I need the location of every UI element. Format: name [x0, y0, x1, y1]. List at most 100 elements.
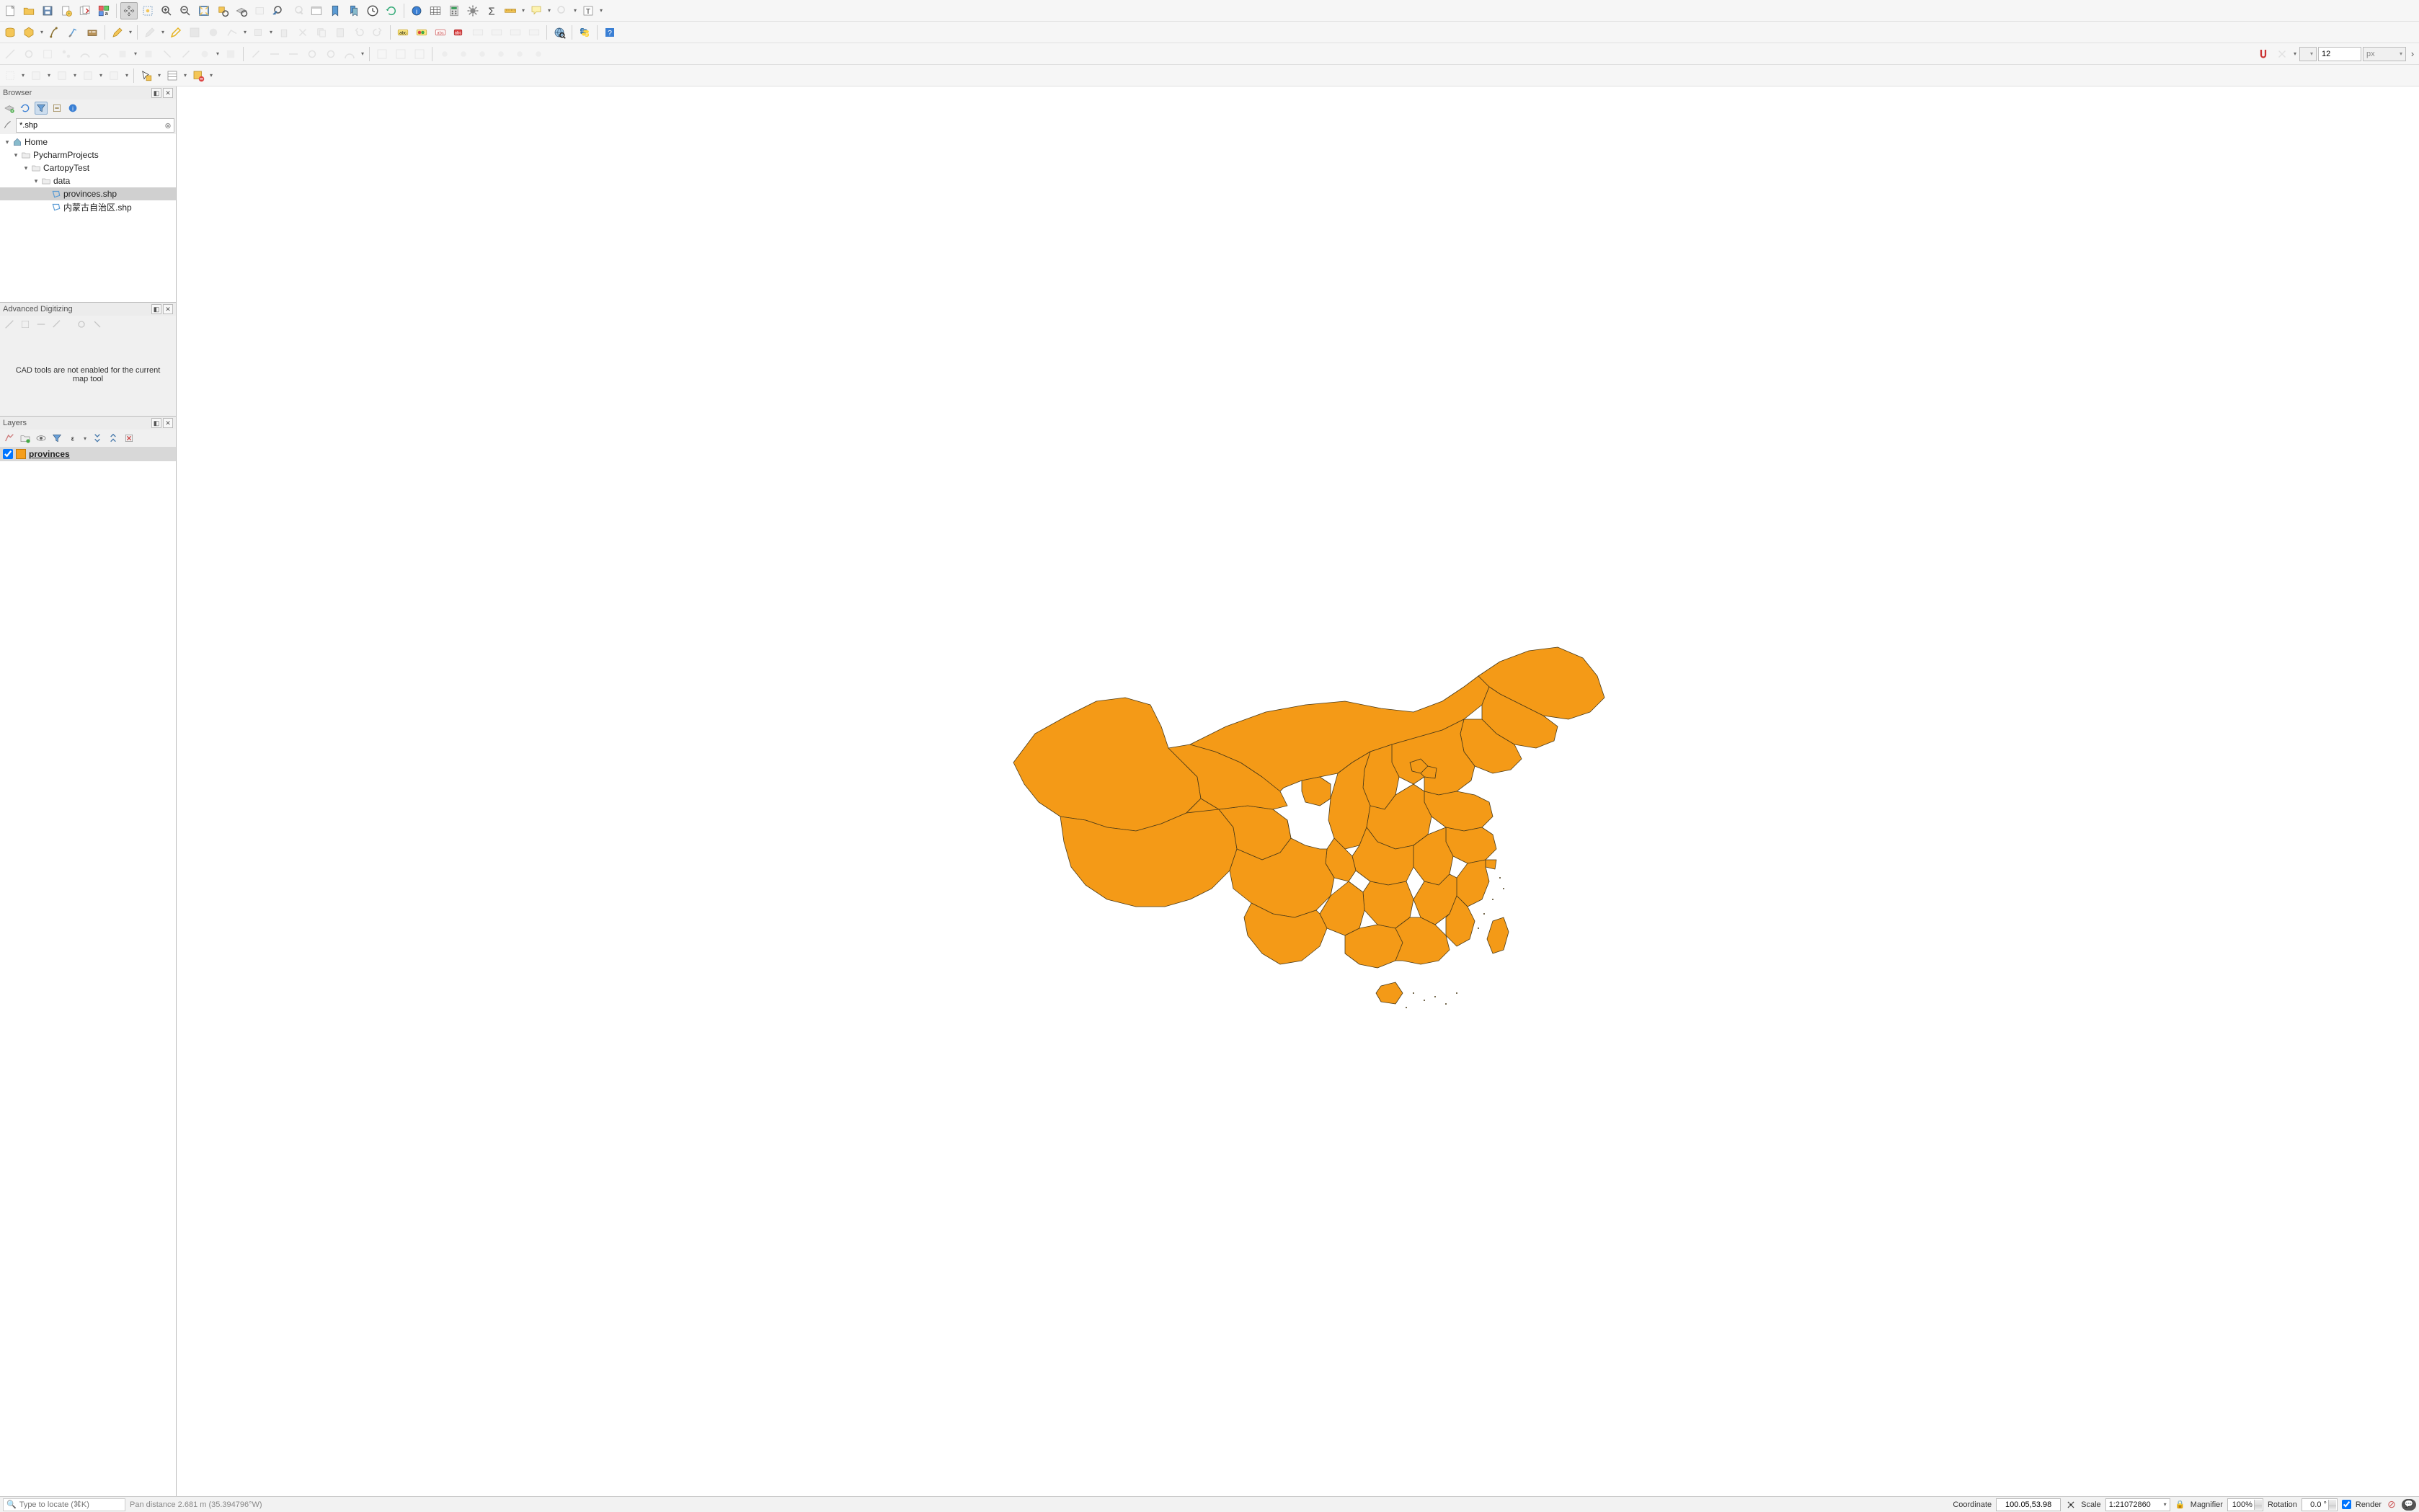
dropdown-arrow-icon[interactable]: ▾ — [546, 7, 552, 14]
dropdown-arrow-icon[interactable]: ▾ — [182, 72, 188, 79]
temporal-button[interactable] — [364, 2, 381, 19]
select-by-value-button[interactable] — [164, 67, 181, 84]
zoom-next-button[interactable] — [289, 2, 306, 19]
snap-tolerance-input[interactable] — [2318, 47, 2361, 61]
filter-browser-icon[interactable] — [35, 102, 48, 115]
add-group-icon[interactable] — [19, 432, 32, 445]
collapse-all-icon[interactable] — [50, 102, 63, 115]
messages-button[interactable]: 💬 — [2402, 1499, 2416, 1511]
help-button[interactable]: ? — [601, 24, 618, 41]
zoom-to-layer-button[interactable] — [233, 2, 250, 19]
dropdown-arrow-icon[interactable]: ▾ — [242, 29, 248, 35]
paste-button[interactable] — [332, 24, 349, 41]
add-layer-icon[interactable] — [3, 102, 16, 115]
scale-combo[interactable]: 1:21072860 — [2105, 1498, 2170, 1511]
cad-tool-icon[interactable] — [50, 318, 63, 331]
change-label-button[interactable] — [525, 24, 543, 41]
toggle-editing-button[interactable] — [109, 24, 126, 41]
clear-filter-icon[interactable]: ⊗ — [163, 121, 173, 130]
identify-button[interactable]: i — [408, 2, 425, 19]
dig-btn-27[interactable] — [530, 45, 547, 63]
magnifier-input[interactable]: 100% — [2227, 1498, 2263, 1511]
dig-btn-8[interactable] — [140, 45, 157, 63]
dropdown-arrow-icon[interactable]: ▾ — [128, 29, 133, 35]
field-calculator-button[interactable] — [445, 2, 463, 19]
cad-tool-icon[interactable] — [91, 318, 104, 331]
delete-selected-button[interactable] — [275, 24, 293, 41]
dig-btn-6[interactable] — [95, 45, 112, 63]
zoom-to-selection-button[interactable] — [214, 2, 231, 19]
pan-map-button[interactable] — [120, 2, 138, 19]
dig-btn-16[interactable] — [303, 45, 321, 63]
sel-btn-5[interactable] — [105, 67, 123, 84]
lock-scale-icon[interactable]: 🔒 — [2175, 1499, 2186, 1511]
rotation-input[interactable]: 0.0 ° — [2302, 1498, 2338, 1511]
panel-close-icon[interactable]: ✕ — [163, 418, 173, 428]
dropdown-arrow-icon[interactable]: ▾ — [520, 7, 526, 14]
expand-all-icon[interactable] — [91, 432, 104, 445]
panel-float-icon[interactable]: ◧ — [151, 88, 161, 98]
dropdown-arrow-icon[interactable]: ▾ — [72, 72, 78, 79]
dig-btn-25[interactable] — [492, 45, 510, 63]
current-edits-button[interactable] — [141, 24, 159, 41]
browser-filter-input[interactable] — [16, 118, 174, 133]
style-manager-button[interactable]: a — [95, 2, 112, 19]
new-spatialite-button[interactable] — [65, 24, 82, 41]
cad-tool-icon[interactable] — [3, 318, 16, 331]
dig-btn-14[interactable] — [266, 45, 283, 63]
browser-panel-header[interactable]: Browser ◧ ✕ — [0, 86, 176, 99]
python-console-button[interactable] — [576, 24, 593, 41]
new-map-view-button[interactable] — [308, 2, 325, 19]
dropdown-arrow-icon[interactable]: ▾ — [268, 29, 274, 35]
remove-layer-icon[interactable] — [123, 432, 136, 445]
highlight-label-button[interactable]: abc — [432, 24, 449, 41]
dig-btn-4[interactable] — [58, 45, 75, 63]
move-feature-button[interactable] — [249, 24, 267, 41]
locator[interactable]: 🔍 — [3, 1498, 125, 1511]
dig-btn-3[interactable] — [39, 45, 56, 63]
dropdown-arrow-icon[interactable]: ▾ — [215, 50, 221, 57]
filter-expression-icon[interactable]: ε — [66, 432, 79, 445]
dig-btn-24[interactable] — [474, 45, 491, 63]
dropdown-arrow-icon[interactable]: ▾ — [20, 72, 26, 79]
show-bookmarks-button[interactable] — [345, 2, 363, 19]
dropdown-arrow-icon[interactable]: ▾ — [572, 7, 578, 14]
tree-pycharm[interactable]: ▾ PycharmProjects — [0, 148, 176, 161]
dropdown-arrow-icon[interactable]: ▾ — [160, 29, 166, 35]
cut-button[interactable] — [294, 24, 311, 41]
panel-float-icon[interactable]: ◧ — [151, 304, 161, 314]
dig-btn-5[interactable] — [76, 45, 94, 63]
cad-tool-icon[interactable] — [75, 318, 88, 331]
dig-btn-19[interactable] — [373, 45, 391, 63]
dig-btn-9[interactable] — [159, 45, 176, 63]
filter-legend-icon[interactable] — [50, 432, 63, 445]
sel-btn-4[interactable] — [79, 67, 97, 84]
new-print-layout-button[interactable]: + — [58, 2, 75, 19]
move-label-button[interactable] — [488, 24, 505, 41]
panel-close-icon[interactable]: ✕ — [163, 88, 173, 98]
zoom-out-button[interactable] — [177, 2, 194, 19]
dig-btn-20[interactable] — [392, 45, 409, 63]
dropdown-arrow-icon[interactable]: ▾ — [46, 72, 52, 79]
refresh-button[interactable] — [383, 2, 400, 19]
toggle-editing2-button[interactable] — [167, 24, 185, 41]
tree-provinces-shp[interactable]: provinces.shp — [0, 187, 176, 200]
layout-manager-button[interactable] — [76, 2, 94, 19]
dig-btn-22[interactable] — [436, 45, 453, 63]
layers-tree[interactable]: provinces — [0, 447, 176, 1496]
metasearch-button[interactable] — [551, 24, 568, 41]
label-tool-button[interactable]: abc — [394, 24, 412, 41]
new-geopackage-button[interactable] — [20, 24, 37, 41]
cad-tool-icon[interactable] — [19, 318, 32, 331]
refresh-browser-icon[interactable] — [19, 102, 32, 115]
deselect-all-button[interactable] — [190, 67, 207, 84]
sel-btn-1[interactable] — [1, 67, 19, 84]
zoom-full-button[interactable] — [195, 2, 213, 19]
statistics-button[interactable]: Σ — [483, 2, 500, 19]
snapping-mode-button[interactable] — [2273, 45, 2291, 63]
cad-tool-icon[interactable] — [35, 318, 48, 331]
locator-input[interactable] — [19, 1500, 122, 1509]
dig-btn-17[interactable] — [322, 45, 339, 63]
properties-widget-icon[interactable]: i — [66, 102, 79, 115]
snap-type-combo[interactable] — [2299, 47, 2317, 61]
